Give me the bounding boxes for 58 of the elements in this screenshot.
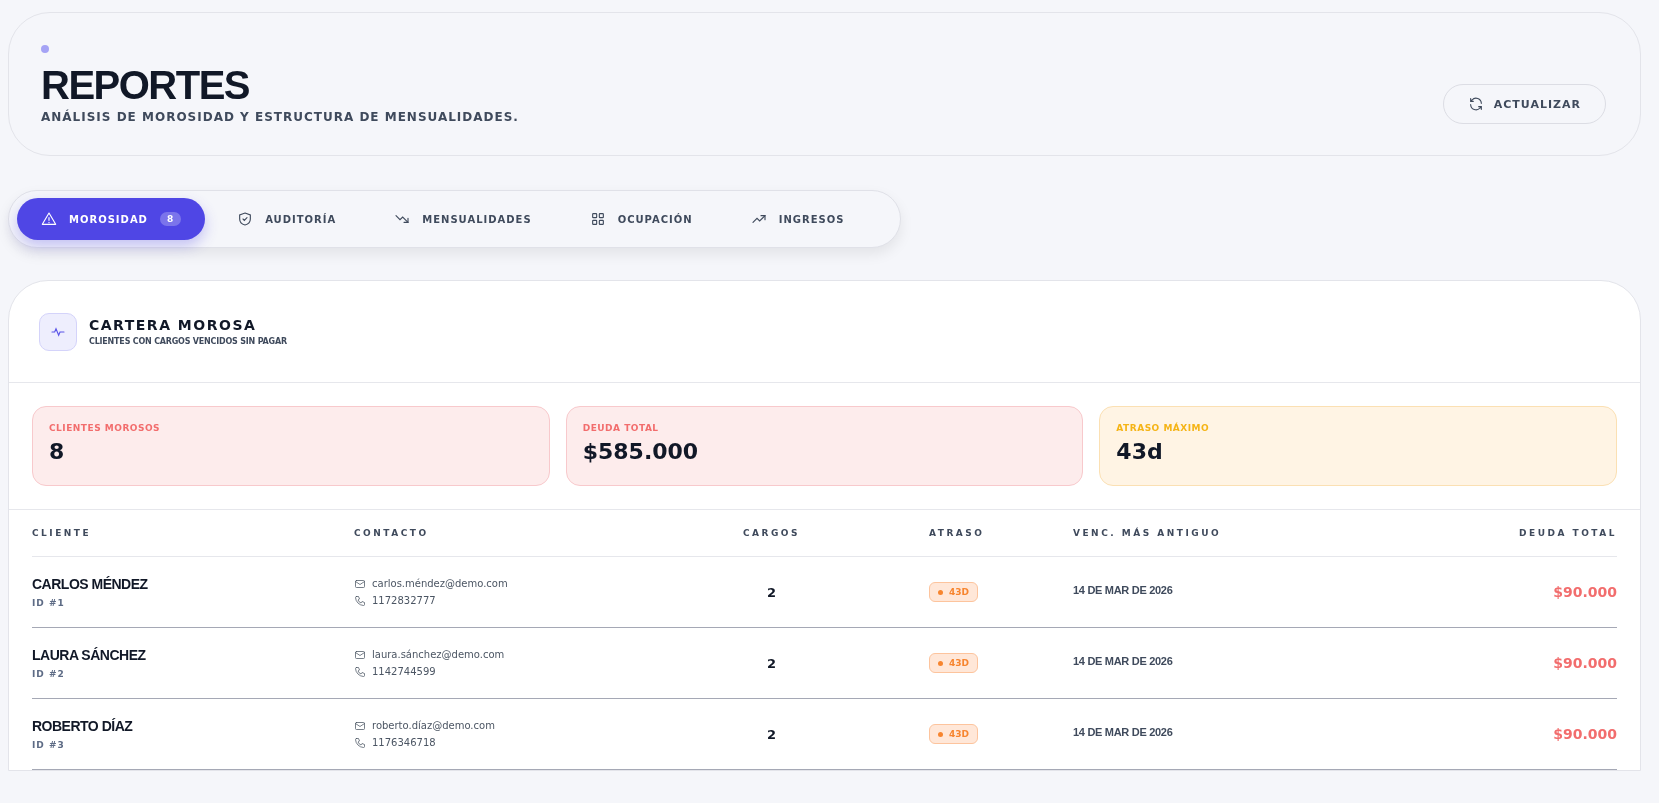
client-id: ID #1 [32, 598, 65, 608]
card-title: CARTERA MOROSA [89, 317, 258, 333]
phone-text: 1142744599 [372, 666, 436, 677]
stat-value: 8 [49, 439, 66, 464]
tab[interactable]: MOROSIDAD 8 [17, 198, 206, 240]
column-header: VENC. MÁS ANTIGUO [1073, 510, 1417, 557]
stat-label: ATRASO MÁXIMO [1116, 423, 1211, 433]
delay-badge: 43D [929, 582, 978, 602]
client-name: ROBERTO DÍAZ [32, 718, 133, 734]
charges-count: 2 [766, 584, 776, 600]
warning-icon [41, 211, 57, 227]
phone-icon [354, 665, 366, 678]
charges-count: 2 [766, 726, 776, 742]
due-date: 14 DE MAR DE 2026 [1073, 584, 1173, 596]
stat-value: 43d [1116, 439, 1164, 464]
email-text: carlos.méndez@demo.com [372, 578, 508, 589]
delay-badge: 43D [929, 724, 978, 744]
phone-icon [354, 736, 366, 749]
mail-icon [354, 719, 366, 732]
client-id: ID #3 [32, 740, 65, 750]
email-text: laura.sánchez@demo.com [372, 649, 505, 660]
phone-text: 1176346718 [372, 737, 436, 748]
tab[interactable]: OCUPACIÓN [565, 198, 717, 240]
card-subtitle: CLIENTES CON CARGOS VENCIDOS SIN PAGAR [89, 337, 287, 346]
column-header: CONTACTO [354, 510, 699, 557]
accent-dot [41, 44, 49, 53]
refresh-icon [1467, 96, 1484, 112]
debt-amount: $90.000 [1553, 726, 1617, 742]
due-date: 14 DE MAR DE 2026 [1073, 655, 1173, 667]
tab[interactable]: AUDITORÍA [213, 198, 361, 240]
stat-label: CLIENTES MOROSOS [49, 423, 162, 433]
debt-amount: $90.000 [1553, 655, 1617, 671]
stat-label: DEUDA TOTAL [582, 423, 660, 433]
tab[interactable]: MENSUALIDADES [370, 198, 556, 240]
charges-count: 2 [766, 655, 776, 671]
column-header: DEUDA TOTAL [1417, 510, 1617, 557]
phone-icon [354, 594, 366, 607]
mail-icon [354, 577, 366, 590]
page-title: REPORTES [41, 62, 251, 108]
stat-value: $585.000 [582, 439, 700, 464]
client-name: CARLOS MÉNDEZ [32, 576, 148, 592]
debt-amount: $90.000 [1553, 584, 1617, 600]
shield-icon [237, 211, 254, 227]
delay-badge: 43D [929, 653, 978, 673]
tab[interactable]: INGRESOS [726, 198, 869, 240]
column-header: CARGOS [699, 510, 844, 557]
client-id: ID #2 [32, 669, 65, 679]
client-name: LAURA SÁNCHEZ [32, 647, 146, 663]
grid-icon [589, 211, 606, 227]
due-date: 14 DE MAR DE 2026 [1073, 726, 1173, 738]
pulse-icon [39, 312, 77, 351]
email-text: roberto.díaz@demo.com [372, 720, 495, 731]
column-header: CLIENTE [32, 510, 354, 557]
count-badge: 8 [159, 212, 182, 226]
mail-icon [354, 648, 366, 661]
page-subtitle: ANÁLISIS DE MOROSIDAD Y ESTRUCTURA DE MENSUALIDADES. [41, 109, 519, 124]
phone-text: 1172832777 [372, 595, 436, 606]
column-header: ATRASO [844, 510, 1073, 557]
